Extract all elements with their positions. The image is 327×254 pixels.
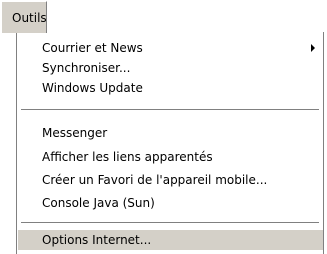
- menu-item-label: Messenger: [42, 126, 108, 140]
- menu-item-courrier-et-news[interactable]: Courrier et News: [18, 38, 323, 58]
- menu-item-options-internet[interactable]: Options Internet...: [18, 230, 323, 250]
- outils-dropdown-menu: Courrier et News Synchroniser... Windows…: [16, 32, 324, 254]
- menu-item-console-java[interactable]: Console Java (Sun): [18, 193, 323, 213]
- menu-separator: [21, 222, 319, 224]
- submenu-arrow-icon: [311, 44, 315, 52]
- menu-item-label: Options Internet...: [42, 233, 152, 247]
- menu-item-messenger[interactable]: Messenger: [18, 123, 323, 143]
- menu-item-afficher-liens-apparentes[interactable]: Afficher les liens apparentés: [18, 147, 323, 167]
- menu-item-label: Afficher les liens apparentés: [42, 150, 213, 164]
- menu-item-creer-favori-appareil-mobile[interactable]: Créer un Favori de l'appareil mobile...: [18, 170, 323, 190]
- menu-outils[interactable]: Outils: [1, 1, 47, 33]
- menu-item-label: Courrier et News: [42, 41, 143, 55]
- menu-item-windows-update[interactable]: Windows Update: [18, 78, 323, 98]
- menu-item-synchroniser[interactable]: Synchroniser...: [18, 58, 323, 78]
- menu-item-label: Windows Update: [42, 81, 143, 95]
- menu-bar: Outils: [0, 0, 327, 33]
- menu-outils-label: Outils: [12, 11, 47, 25]
- menu-separator: [21, 109, 319, 111]
- menu-item-label: Console Java (Sun): [42, 196, 155, 210]
- menu-item-label: Synchroniser...: [42, 61, 131, 75]
- menu-item-label: Créer un Favori de l'appareil mobile...: [42, 173, 268, 187]
